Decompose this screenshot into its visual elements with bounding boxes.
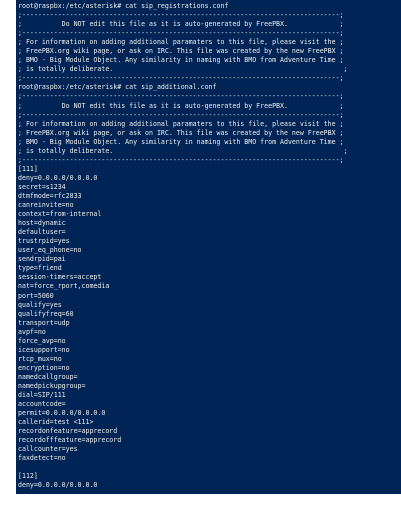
terminal-line: ; is totally deliberate. ; [18, 65, 348, 74]
terminal-line: secret=s1234 [18, 182, 66, 191]
terminal-line: [111] [18, 164, 38, 173]
terminal-line: force_avp=no [18, 336, 66, 345]
terminal-line: callerid=test <111> [18, 418, 94, 427]
terminal-line: namedpickupgroup= [18, 381, 86, 390]
terminal-window[interactable]: root@raspbx:/etc/asterisk# cat sip_regis… [16, 0, 401, 494]
terminal-line: ;---------------------------------------… [18, 74, 344, 83]
terminal-line: host=dynamic [18, 219, 66, 228]
terminal-line: type=friend [18, 264, 62, 273]
terminal-line: dtmfmode=rfc2833 [18, 191, 82, 200]
terminal-line: ;---------------------------------------… [18, 92, 344, 101]
terminal-line: faxdetect=no [18, 454, 66, 463]
terminal-line: sendrpid=pai [18, 255, 66, 264]
terminal-line: ;---------------------------------------… [18, 110, 344, 119]
terminal-line: ;---------------------------------------… [18, 155, 344, 164]
terminal-line: namedcallgroup= [18, 372, 78, 381]
terminal-line: callcounter=yes [18, 445, 78, 454]
terminal-line: ;---------------------------------------… [18, 29, 344, 38]
terminal-output: root@raspbx:/etc/asterisk# cat sip_regis… [18, 2, 399, 491]
terminal-line: ; is totally deliberate. ; [18, 146, 348, 155]
terminal-line: nat=force_rport,comedia [18, 282, 110, 291]
terminal-line: root@raspbx:/etc/asterisk# cat sip_addit… [18, 83, 217, 92]
terminal-line: dial=SIP/111 [18, 391, 66, 400]
terminal-line: ; Do NOT edit this file as it is auto-ge… [18, 101, 344, 110]
terminal-line: session-timers=accept [18, 273, 102, 282]
terminal-line: user_eq_phone=no [18, 246, 82, 255]
terminal-line: recordofffeature=apprecord [18, 436, 122, 445]
terminal-line: avpf=no [18, 327, 46, 336]
terminal-line: rtcp_mux=no [18, 354, 62, 363]
terminal-line: canreinvite=no [18, 201, 74, 210]
terminal-line: qualifyfreq=60 [18, 309, 74, 318]
terminal-line: accountcode= [18, 400, 66, 409]
terminal-line: ; BMO - Big Module Object. Any similarit… [18, 137, 344, 146]
terminal-line: recordonfeature=apprecord [18, 427, 118, 436]
terminal-line: ; FreePBX.org wiki page, or ask on IRC. … [18, 47, 344, 56]
terminal-line: deny=0.0.0.0/0.0.0.0 [18, 481, 98, 490]
terminal-line: port=5060 [18, 291, 54, 300]
terminal-line: [112] [18, 472, 38, 481]
terminal-line: context=from-internal [18, 210, 102, 219]
terminal-line: ; For information on adding additional p… [18, 119, 344, 128]
terminal-line: transport=udp [18, 318, 70, 327]
terminal-line: icesupport=no [18, 345, 70, 354]
terminal-line: ; For information on adding additional p… [18, 38, 344, 47]
terminal-line: permit=0.0.0.0/0.0.0.0 [18, 409, 106, 418]
terminal-line: ; BMO - Big Module Object. Any similarit… [18, 56, 344, 65]
terminal-line: root@raspbx:/etc/asterisk# cat sip_regis… [18, 2, 229, 10]
terminal-line: encryption=no [18, 363, 70, 372]
terminal-line: deny=0.0.0.0/0.0.0.0 [18, 173, 98, 182]
terminal-line: ; FreePBX.org wiki page, or ask on IRC. … [18, 128, 344, 137]
terminal-line: trustrpid=yes [18, 237, 70, 246]
terminal-line: ; Do NOT edit this file as it is auto-ge… [18, 20, 344, 29]
terminal-line: defaultuser= [18, 228, 66, 237]
terminal-line: qualify=yes [18, 300, 62, 309]
terminal-line: ;---------------------------------------… [18, 11, 344, 20]
